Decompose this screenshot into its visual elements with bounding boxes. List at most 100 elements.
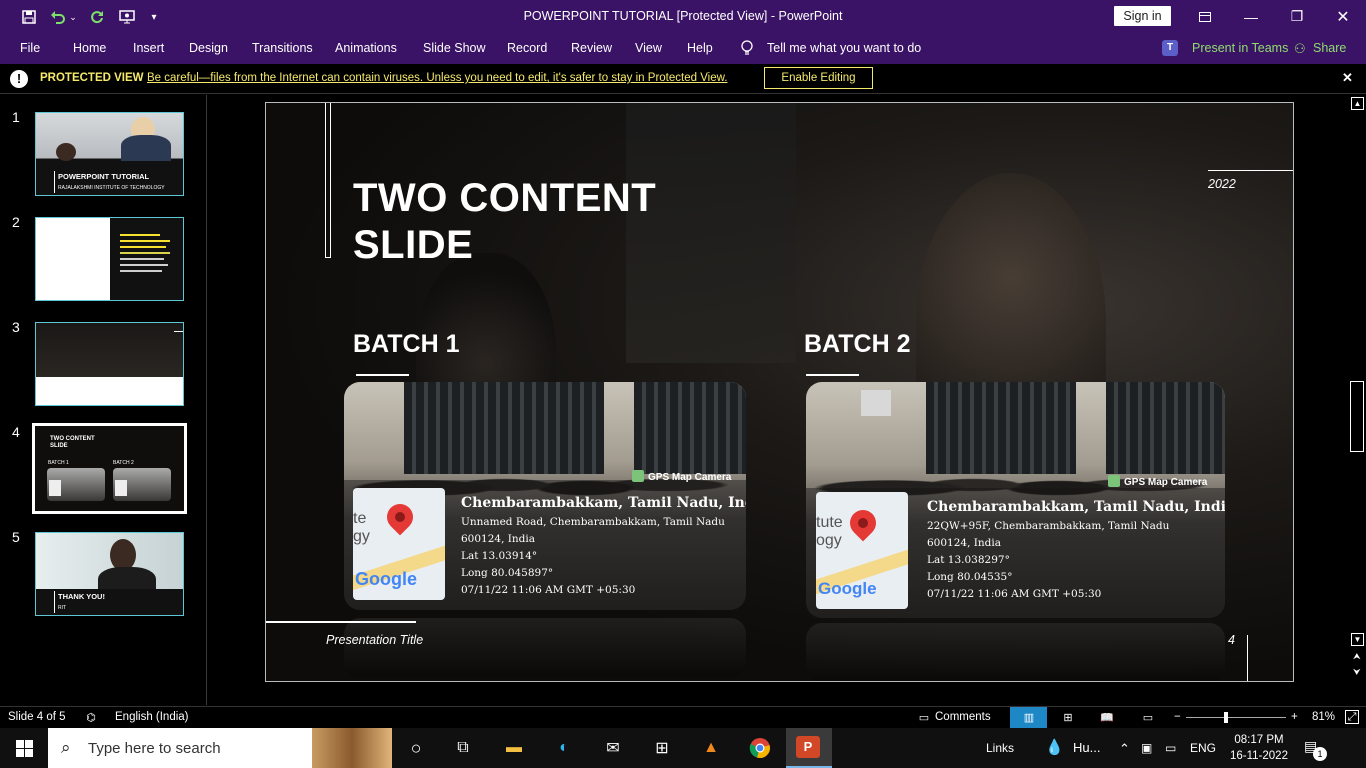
powerpoint-taskbar-button[interactable]: P xyxy=(786,728,832,768)
slide-thumbnail-4[interactable]: TWO CONTENT SLIDE BATCH 1 BATCH 2 xyxy=(32,423,187,514)
photo-reflection xyxy=(806,623,1225,681)
slideshow-from-start-icon[interactable] xyxy=(117,7,137,27)
scroll-down-icon[interactable]: ▼ xyxy=(1351,633,1364,646)
show-hidden-icons-icon[interactable]: ⌃ xyxy=(1119,741,1130,757)
windows-start-icon[interactable] xyxy=(10,734,38,762)
slide-thumbnail-5[interactable]: THANK YOU! RIT xyxy=(35,532,184,616)
search-highlight-image[interactable] xyxy=(312,728,392,768)
links-toolbar[interactable]: Links xyxy=(986,741,1014,755)
undo-icon[interactable] xyxy=(48,7,68,27)
ribbon-display-options-icon[interactable] xyxy=(1182,0,1228,33)
next-slide-icon[interactable]: ⮟ xyxy=(1353,667,1361,678)
slide-show-view-icon[interactable]: ▭ xyxy=(1140,710,1156,724)
batch-2-heading[interactable]: BATCH 2 xyxy=(804,330,910,359)
gps-pin: 600124, India xyxy=(461,533,536,545)
tab-home[interactable]: Home xyxy=(73,41,106,55)
file-explorer-icon[interactable]: ▬ xyxy=(500,734,528,762)
map-thumbnail: te gy Google xyxy=(353,488,445,600)
minimize-icon[interactable]: — xyxy=(1228,0,1274,33)
scroll-up-icon[interactable]: ▲ xyxy=(1351,97,1364,110)
thumbnail-batch-1: BATCH 1 xyxy=(48,460,69,466)
batch-1-heading[interactable]: BATCH 1 xyxy=(353,330,459,359)
tab-record[interactable]: Record xyxy=(507,41,547,55)
scrollbar-thumb[interactable] xyxy=(1350,381,1364,452)
tell-me-search[interactable]: Tell me what you want to do xyxy=(767,41,921,55)
sign-in-button[interactable]: Sign in xyxy=(1114,6,1171,26)
close-icon[interactable]: ✕ xyxy=(1320,0,1366,33)
comments-icon[interactable]: ▭ xyxy=(916,710,932,724)
gps-info: Chembarambakkam, Tamil Nadu, India Unnam… xyxy=(461,492,746,599)
decorative-underline xyxy=(806,374,859,376)
customize-qat-icon[interactable]: ▾ xyxy=(144,7,164,27)
zoom-out-icon[interactable]: − xyxy=(1174,711,1181,723)
fit-slide-icon[interactable]: ⤢ xyxy=(1345,710,1359,724)
decorative-line xyxy=(330,103,331,258)
gps-latitude: Lat 13.03914° xyxy=(461,550,538,562)
tab-insert[interactable]: Insert xyxy=(133,41,164,55)
tab-view[interactable]: View xyxy=(635,41,662,55)
display-icon[interactable]: ▣ xyxy=(1141,741,1152,755)
batch-1-photo[interactable]: GPS Map Camera te gy Google Chembarambakk… xyxy=(344,382,746,610)
tab-transitions[interactable]: Transitions xyxy=(252,41,313,55)
reading-view-icon[interactable]: 📖 xyxy=(1099,710,1115,724)
edge-icon[interactable]: ◐ xyxy=(550,734,578,762)
zoom-slider[interactable] xyxy=(1186,717,1286,718)
battery-icon[interactable]: ▭ xyxy=(1165,741,1176,755)
gps-longitude: Long 80.04535° xyxy=(927,571,1013,583)
task-view-icon[interactable]: ⧉ xyxy=(449,734,477,762)
taskbar-search-box[interactable]: ⌕ Type here to search xyxy=(48,728,312,768)
language-indicator[interactable]: English (India) xyxy=(115,711,189,723)
tab-design[interactable]: Design xyxy=(189,41,228,55)
air-conditioner xyxy=(861,390,891,416)
normal-view-button[interactable]: ▥ xyxy=(1010,707,1047,728)
mail-icon[interactable]: ✉ xyxy=(599,734,627,762)
slide-thumbnail-3[interactable] xyxy=(35,322,184,406)
map-thumbnail: tute ogy Google xyxy=(816,492,908,609)
store-icon[interactable]: ⊞ xyxy=(648,734,676,762)
restore-icon[interactable]: ❐ xyxy=(1274,0,1320,33)
tab-file[interactable]: File xyxy=(20,41,40,55)
slide-thumbnail-pane: 1 POWERPOINT TUTORIAL RAJALAKSHMI INSTIT… xyxy=(0,95,207,705)
comments-button[interactable]: Comments xyxy=(935,711,991,723)
tab-slide-show[interactable]: Slide Show xyxy=(423,41,486,55)
save-icon[interactable] xyxy=(19,7,39,27)
protected-view-message-link[interactable]: Be careful—files from the Internet can c… xyxy=(147,72,727,84)
ime-icon[interactable]: ENG xyxy=(1190,741,1216,755)
vlc-icon[interactable]: ▲ xyxy=(697,734,725,762)
enable-editing-button[interactable]: Enable Editing xyxy=(764,67,873,89)
undo-dropdown-icon[interactable]: ⌄ xyxy=(66,7,80,27)
share-button[interactable]: Share xyxy=(1313,41,1346,55)
batch-2-photo[interactable]: GPS Map Camera tute ogy Google Chembaramb… xyxy=(806,382,1225,618)
footer-presentation-title[interactable]: Presentation Title xyxy=(326,633,423,647)
vertical-scrollbar[interactable]: ▲ ▼ ⮝ ⮟ xyxy=(1349,95,1366,705)
map-label: tute ogy xyxy=(816,514,843,549)
footer-slide-number[interactable]: 4 xyxy=(1228,633,1235,647)
slide-year[interactable]: 2022 xyxy=(1208,177,1236,191)
zoom-in-icon[interactable]: + xyxy=(1291,711,1298,723)
slide-thumbnail-2[interactable] xyxy=(35,217,184,301)
chrome-icon[interactable] xyxy=(746,734,774,762)
normal-view-icon: ▥ xyxy=(1023,711,1035,724)
present-in-teams-button[interactable]: Present in Teams xyxy=(1192,41,1288,55)
system-clock[interactable]: 08:17 PM 16-11-2022 xyxy=(1228,732,1290,764)
accessibility-icon[interactable]: ⌬ xyxy=(83,710,99,724)
zoom-slider-knob[interactable] xyxy=(1224,712,1228,723)
slide-title[interactable]: TWO CONTENT SLIDE xyxy=(353,175,733,269)
slide-canvas[interactable]: TWO CONTENT SLIDE 2022 BATCH 1 BATCH 2 G… xyxy=(265,102,1294,682)
redo-icon[interactable] xyxy=(87,7,107,27)
gps-camera-icon xyxy=(632,470,644,482)
tab-review[interactable]: Review xyxy=(571,41,612,55)
cortana-icon[interactable]: ○ xyxy=(402,734,430,762)
thumbnail-number: 5 xyxy=(12,529,20,545)
close-icon[interactable]: ✕ xyxy=(1342,70,1353,86)
previous-slide-icon[interactable]: ⮝ xyxy=(1353,651,1361,662)
map-pin-icon xyxy=(381,498,419,536)
tab-help[interactable]: Help xyxy=(687,41,713,55)
slide-thumbnail-1[interactable]: POWERPOINT TUTORIAL RAJALAKSHMI INSTITUT… xyxy=(35,112,184,196)
weather-widget[interactable]: Hu... xyxy=(1073,740,1100,755)
slide-sorter-icon[interactable]: ⊞ xyxy=(1060,710,1076,724)
gps-camera-icon xyxy=(1108,475,1120,487)
zoom-level[interactable]: 81% xyxy=(1312,711,1335,723)
tab-animations[interactable]: Animations xyxy=(335,41,397,55)
weather-icon[interactable]: 💧 xyxy=(1045,738,1064,756)
